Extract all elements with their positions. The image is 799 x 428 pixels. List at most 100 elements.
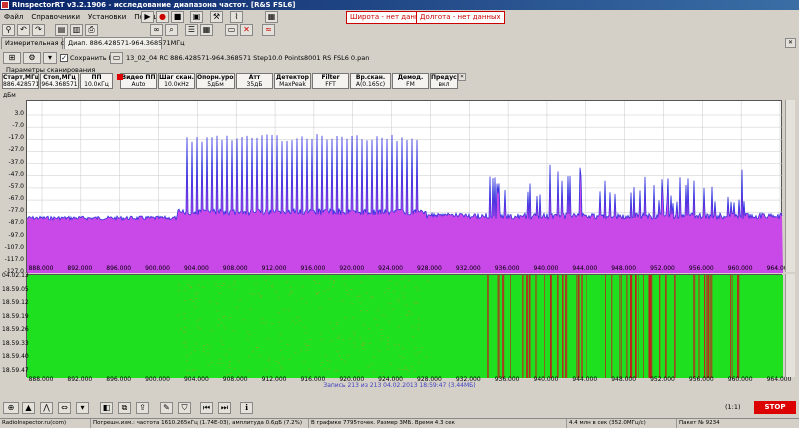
search-icon[interactable]: ⌕ bbox=[165, 24, 178, 36]
menu-bar: Файл Справочники Установки Помощь bbox=[0, 11, 340, 24]
options-icon[interactable]: ▾ bbox=[76, 402, 89, 414]
param-11[interactable]: Предусил.вкл bbox=[430, 73, 458, 89]
undo-icon[interactable]: ↶ bbox=[17, 24, 30, 36]
layers-icon[interactable]: ◧ bbox=[100, 402, 113, 414]
app-icon bbox=[1, 1, 9, 9]
param-2[interactable]: ПП 10.0кГц bbox=[80, 73, 113, 89]
stop-button[interactable]: STOP bbox=[754, 401, 796, 414]
folder-icon[interactable]: ▭ bbox=[110, 52, 123, 64]
status-bar: RadioInspector.ru(com) Погрешн.изм.: час… bbox=[0, 418, 799, 428]
param-value: MaxPeak bbox=[279, 81, 306, 88]
menu-references[interactable]: Справочники bbox=[27, 11, 84, 24]
waterfall-time-label: 18.59.05 bbox=[2, 285, 29, 293]
unit-label: дБм bbox=[3, 92, 16, 99]
param-3[interactable]: Видео ПП Auto bbox=[120, 73, 157, 89]
save-icon[interactable]: ▥ bbox=[70, 24, 83, 36]
marker-icon[interactable]: ▲ bbox=[22, 402, 35, 414]
y-tick-label: -17.0 bbox=[8, 134, 24, 142]
waterfall-scrollbar[interactable] bbox=[785, 274, 795, 377]
scan-icon[interactable]: ⊞ bbox=[3, 52, 21, 64]
menu-settings[interactable]: Установки bbox=[84, 11, 130, 24]
print-icon[interactable]: ⎙ bbox=[85, 24, 98, 36]
x-tick-label: 908.000 bbox=[222, 265, 248, 272]
dropdown-icon[interactable]: ▾ bbox=[43, 52, 57, 64]
window-title: RInspectorRT v3.2.1906 - исследование ди… bbox=[0, 0, 799, 10]
param-label: Предусил. bbox=[431, 74, 457, 81]
grid-icon[interactable]: ▦ bbox=[265, 11, 278, 23]
play-icon[interactable]: ▶ bbox=[141, 11, 154, 23]
settings-icon[interactable]: ⚙ bbox=[23, 52, 41, 64]
x-tick-label: 956.000 bbox=[688, 265, 714, 272]
param-label: Детектор bbox=[276, 74, 309, 81]
save-db-checkbox[interactable]: ✓ bbox=[60, 54, 68, 62]
param-value: FM bbox=[406, 81, 415, 88]
session-file: 13_02_04 RC 886.428571-964.368571 Step10… bbox=[126, 54, 370, 62]
spectrum-scrollbar[interactable] bbox=[785, 100, 795, 272]
chart-icon[interactable]: ⌇ bbox=[230, 11, 243, 23]
y-tick-label: -7.0 bbox=[12, 122, 24, 130]
param-5[interactable]: Опорн.уров.5дБм bbox=[196, 73, 235, 89]
record-icon[interactable]: ● bbox=[156, 11, 169, 23]
x-tick-label: 944.000 bbox=[572, 265, 598, 272]
x-tick-label: 892.000 bbox=[67, 265, 93, 272]
param-label: Старт,МГц bbox=[3, 74, 39, 81]
list-icon[interactable]: ☰ bbox=[185, 24, 198, 36]
waterfall-plot[interactable] bbox=[26, 274, 783, 378]
table-icon[interactable]: ▦ bbox=[200, 24, 213, 36]
redo-icon[interactable]: ↷ bbox=[32, 24, 45, 36]
param-label: Filter bbox=[321, 74, 340, 81]
tools-icon[interactable]: ⚒ bbox=[210, 11, 223, 23]
param-value: 10.0кHz bbox=[164, 81, 189, 88]
export-icon[interactable]: ⇪ bbox=[136, 402, 149, 414]
menu-file[interactable]: Файл bbox=[0, 11, 27, 24]
y-tick-label: -67.0 bbox=[8, 195, 24, 203]
param-4[interactable]: Шаг скан. 10.0кHz bbox=[158, 73, 195, 89]
zoom-icon[interactable]: ⊕ bbox=[3, 402, 19, 414]
x-tick-label: 936.000 bbox=[494, 265, 520, 272]
close-icon[interactable]: ✕ bbox=[240, 24, 253, 36]
filter-icon[interactable]: ⛉ bbox=[178, 402, 191, 414]
y-tick-label: -27.0 bbox=[8, 146, 24, 154]
param-label: Опорн.уров. bbox=[197, 74, 234, 81]
copy-icon[interactable]: ⧉ bbox=[118, 402, 131, 414]
open-icon[interactable]: ▤ bbox=[55, 24, 68, 36]
first-record-icon[interactable]: ⏮ bbox=[200, 402, 213, 414]
link-icon[interactable]: ∞ bbox=[150, 24, 163, 36]
waterfall-time-label: 04.02.13 bbox=[2, 272, 29, 279]
close-tab-icon[interactable]: ✕ bbox=[785, 38, 796, 48]
tab-measurement-scheme[interactable]: Измерительная схема bbox=[1, 37, 81, 49]
param-10[interactable]: Демод. FM bbox=[392, 73, 429, 89]
longitude-status: Долгота - нет данных bbox=[416, 11, 505, 24]
param-label: ПП bbox=[91, 74, 102, 81]
param-6[interactable]: Атт 35дБ bbox=[236, 73, 273, 89]
spectrum-plot[interactable] bbox=[26, 100, 783, 274]
document-icon[interactable]: ▭ bbox=[225, 24, 238, 36]
param-0[interactable]: Старт,МГц 886.428571 bbox=[2, 73, 39, 89]
param-9[interactable]: Вр.скан. A(0.165с) bbox=[350, 73, 391, 89]
peak-icon[interactable]: ⋀ bbox=[40, 402, 53, 414]
param-value: 35дБ bbox=[246, 81, 263, 88]
fit-icon[interactable]: ⇔ bbox=[58, 402, 71, 414]
pin-icon[interactable]: ⚲ bbox=[2, 24, 15, 36]
param-label: Демод. bbox=[397, 74, 424, 81]
param-8[interactable]: Filter FFT bbox=[312, 73, 349, 89]
waterfall-time-label: 18.59.19 bbox=[2, 312, 29, 320]
camera-icon[interactable]: ▣ bbox=[190, 11, 203, 23]
param-value: 10.0кГц bbox=[84, 81, 109, 88]
y-tick-label: -97.0 bbox=[8, 231, 24, 239]
x-tick-label: 916.000 bbox=[300, 265, 326, 272]
collapse-icon[interactable]: « bbox=[458, 73, 466, 81]
param-7[interactable]: Детектор MaxPeak bbox=[274, 73, 311, 89]
param-value: A(0.165с) bbox=[355, 81, 386, 88]
note-icon[interactable]: ✎ bbox=[160, 402, 173, 414]
next-record-icon[interactable]: ⏭ bbox=[218, 402, 231, 414]
waterfall-time-label: 18.59.26 bbox=[2, 326, 29, 333]
tab-range[interactable]: Диап. 886.428571-964.368571МГц bbox=[64, 37, 185, 49]
waterfall-svg bbox=[27, 275, 783, 378]
info-icon[interactable]: ℹ bbox=[240, 402, 253, 414]
x-tick-label: 920.000 bbox=[339, 265, 365, 272]
signal-icon[interactable]: ≈ bbox=[262, 24, 275, 36]
stop-icon[interactable]: ■ bbox=[171, 11, 184, 23]
param-1[interactable]: Стоп,МГц 964.368571 bbox=[40, 73, 79, 89]
x-tick-label: 940.000 bbox=[533, 265, 559, 272]
